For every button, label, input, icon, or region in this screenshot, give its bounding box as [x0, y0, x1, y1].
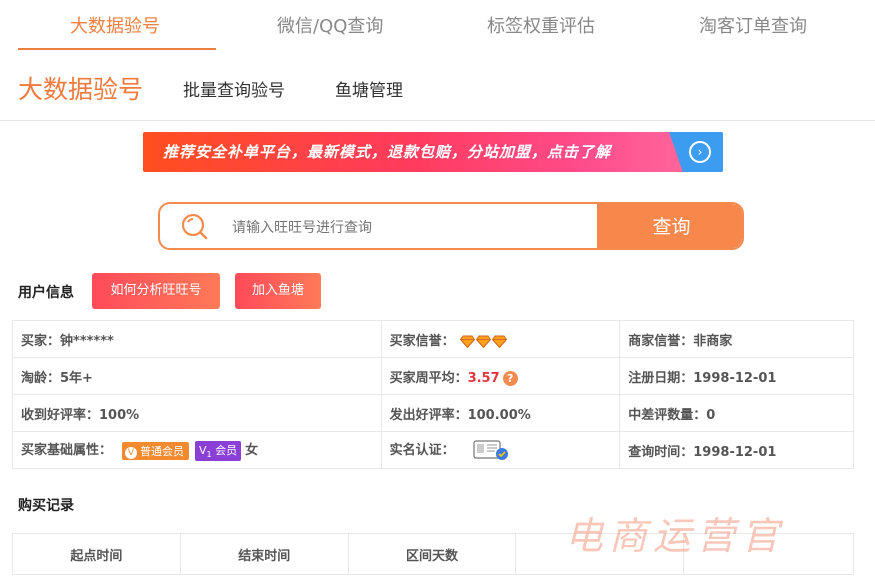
buyer-value: 钟******: [60, 333, 114, 349]
id-card-icon: [473, 440, 509, 461]
column-start-time: 起点时间: [12, 533, 181, 575]
weekly-avg-value: 3.57: [467, 370, 500, 386]
table-row: 淘龄：5年+ 买家周平均：3.57? 注册日期：1998-12-01: [12, 357, 854, 395]
sub-nav: 大数据验号 批量查询验号 鱼塘管理: [0, 62, 875, 120]
table-row: 买家基础属性： V 普通会员 V1 会员女 实名认证： 查询时间：1998-12-01: [12, 431, 854, 469]
diamond-icon: [492, 335, 508, 348]
how-to-analyze-button[interactable]: 如何分析旺旺号: [92, 273, 220, 309]
promo-banner[interactable]: 推荐安全补单平台，最新模式，退款包赔，分站加盟，点击了解 ›: [143, 132, 723, 172]
buyer-credit-label: 买家信誉：: [389, 333, 455, 349]
tab-tag-weight[interactable]: 标签权重评估: [487, 12, 595, 38]
vip-icon: V: [125, 446, 138, 459]
fish-pond-link[interactable]: 鱼塘管理: [335, 76, 403, 101]
search-button[interactable]: 查询: [597, 204, 742, 248]
wangwang-search-input[interactable]: [230, 216, 574, 240]
join-fish-pond-button[interactable]: 加入鱼塘: [235, 273, 321, 309]
watermark: 电商运营官: [565, 514, 786, 558]
search-box: 查询: [158, 202, 744, 250]
merchant-credit-label: 商家信誉：: [628, 333, 694, 349]
register-date-value: 1998-12-01: [693, 370, 777, 386]
purchase-records-title: 购买记录: [18, 498, 74, 514]
question-icon[interactable]: ?: [502, 370, 518, 386]
banner-text: 推荐安全补单平台，最新模式，退款包赔，分站加盟，点击了解: [163, 143, 612, 161]
v-member-label: 会员: [215, 444, 238, 458]
table-cell: 注册日期：1998-12-01: [619, 357, 854, 395]
query-time-value: 1998-12-01: [693, 444, 777, 460]
batch-query-link[interactable]: 批量查询验号: [183, 76, 285, 101]
merchant-credit-value: 非商家: [693, 333, 733, 349]
arrow-right-circle-icon: ›: [689, 141, 711, 163]
table-cell: 买家周平均：3.57?: [380, 357, 621, 395]
table-row: 买家：钟****** 买家信誉： 商家信誉：非商家: [12, 320, 854, 358]
table-cell: 中差评数量：0: [619, 394, 854, 432]
gender-value: 女: [245, 443, 259, 459]
table-cell: 实名认证：: [380, 431, 621, 469]
table-cell: 淘龄：5年+: [12, 357, 382, 395]
weekly-avg-label: 买家周平均：: [389, 370, 468, 386]
member-badge: V 普通会员: [122, 441, 190, 460]
page-title: 大数据验号: [18, 75, 144, 104]
diamond-icon: [460, 335, 476, 348]
table-cell: 买家：钟******: [12, 320, 382, 358]
taobao-age-value: 5年+: [60, 370, 93, 386]
member-badge-label: 普通会员: [140, 444, 185, 458]
search-icon: [181, 213, 208, 240]
column-end-time: 结束时间: [179, 533, 349, 575]
sent-rate-value: 100.00%: [467, 407, 531, 423]
taobao-age-label: 淘龄：: [21, 370, 61, 386]
bad-review-value: 0: [706, 407, 716, 423]
register-date-label: 注册日期：: [628, 370, 694, 386]
table-cell: 查询时间：1998-12-01: [619, 431, 854, 469]
basic-attr-label: 买家基础属性：: [21, 443, 113, 459]
table-cell: 商家信誉：非商家: [619, 320, 854, 358]
top-tab-bar: 大数据验号 微信/QQ查询 标签权重评估 淘客订单查询: [0, 0, 875, 52]
tab-big-data-check[interactable]: 大数据验号: [70, 12, 160, 38]
table-cell: 买家信誉：: [380, 320, 621, 358]
tab-taoke-order[interactable]: 淘客订单查询: [699, 12, 807, 38]
v-member-badge: V1 会员: [195, 441, 242, 461]
user-info-title: 用户信息: [18, 285, 74, 301]
table-row: 收到好评率：100% 发出好评率：100.00% 中差评数量：0: [12, 394, 854, 432]
sent-rate-label: 发出好评率：: [389, 407, 468, 423]
diamond-icon: [476, 335, 492, 348]
received-rate-value: 100%: [99, 407, 140, 423]
real-name-label: 实名认证：: [389, 442, 455, 458]
query-time-label: 查询时间：: [628, 444, 694, 460]
column-interval-days: 区间天数: [347, 533, 517, 575]
active-tab-underline: [18, 48, 216, 50]
table-cell: 买家基础属性： V 普通会员 V1 会员女: [12, 431, 382, 469]
table-cell: 发出好评率：100.00%: [380, 394, 621, 432]
divider: [0, 120, 875, 121]
tab-wechat-qq-query[interactable]: 微信/QQ查询: [277, 12, 383, 38]
banner-arrow-area[interactable]: ›: [669, 132, 723, 172]
received-rate-label: 收到好评率：: [21, 407, 100, 423]
bad-review-label: 中差评数量：: [628, 407, 707, 423]
table-cell: 收到好评率：100%: [12, 394, 382, 432]
user-info-table: 买家：钟****** 买家信誉： 商家信誉：非商家 淘龄：5年+ 买家周平均：3…: [12, 320, 854, 469]
buyer-label: 买家：: [21, 333, 61, 349]
